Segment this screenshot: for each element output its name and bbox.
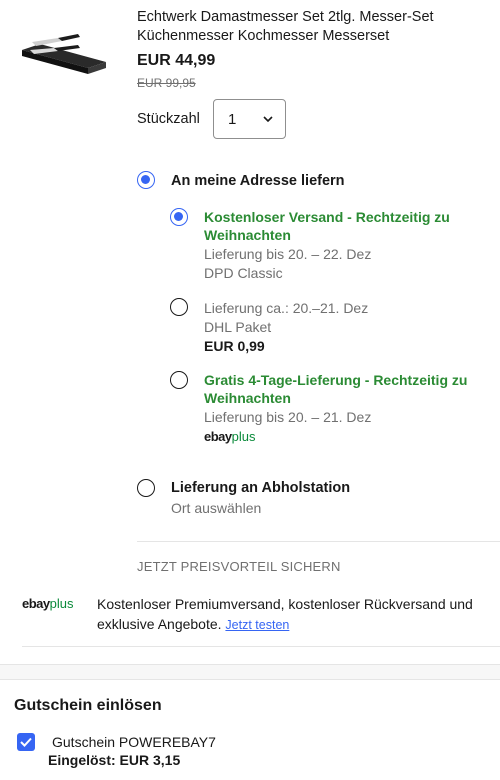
radio-shipping-free[interactable] (170, 208, 188, 226)
coupon-code: Gutschein POWEREBAY7 (52, 734, 216, 750)
quantity-value: 1 (228, 111, 237, 128)
radio-pickup-station[interactable] (137, 479, 155, 497)
shipping-option-price: EUR 0,99 (204, 338, 265, 354)
ebay-plus-badge: ebayplus (204, 429, 256, 444)
ebay-plus-logo-ebay: ebay (22, 596, 50, 611)
shipping-option-date: Lieferung ca.: 20.–21. Dez (204, 300, 369, 316)
coupon-title: Gutschein einlösen (14, 697, 162, 714)
product-summary: Echtwerk Damastmesser Set 2tlg. Messer-S… (0, 0, 500, 160)
ebay-plus-badge-plus: plus (231, 429, 256, 444)
address-delivery-label: An meine Adresse liefern (171, 173, 345, 189)
product-price: EUR 44,99 (137, 52, 216, 69)
ebay-plus-badge-ebay: ebay (204, 429, 232, 444)
ebay-plus-logo: ebayplus (22, 596, 74, 611)
knife-set-image (22, 34, 106, 74)
pickup-station-label: Lieferung an Abholstation (171, 480, 351, 496)
shipping-option-title: Kostenloser Versand - Rechtzeitig zu Wei… (204, 209, 450, 243)
shipping-option-date: Lieferung bis 20. – 21. Dez (204, 409, 372, 425)
pickup-station-select[interactable]: Ort auswählen (171, 499, 261, 517)
shipping-option-carrier: DPD Classic (204, 265, 283, 281)
coupon-checkbox[interactable] (17, 733, 35, 751)
radio-shipping-dhl[interactable] (170, 298, 188, 316)
chevron-down-icon (263, 116, 273, 123)
divider (22, 646, 500, 647)
divider (137, 541, 500, 542)
shipping-option-carrier: DHL Paket (204, 319, 272, 335)
try-now-link[interactable]: Jetzt testen (225, 618, 289, 632)
promo-heading: JETZT PREISVORTEIL SICHERN (137, 559, 341, 574)
section-separator (0, 664, 500, 680)
checkmark-icon (20, 737, 32, 747)
ebay-plus-logo-plus: plus (49, 596, 74, 611)
radio-address-delivery[interactable] (137, 171, 155, 189)
shipping-option-title: Gratis 4-Tage-Lieferung - Rechtzeitig zu… (204, 372, 468, 406)
product-old-price: EUR 99,95 (137, 76, 196, 90)
radio-shipping-ebayplus[interactable] (170, 371, 188, 389)
promo-text: Kostenloser Premiumversand, kostenloser … (97, 594, 492, 635)
quantity-label: Stückzahl (137, 111, 200, 127)
product-title[interactable]: Echtwerk Damastmesser Set 2tlg. Messer-S… (137, 8, 487, 46)
coupon-applied-amount: Eingelöst: EUR 3,15 (48, 752, 181, 768)
shipping-option-date: Lieferung bis 20. – 22. Dez (204, 246, 372, 262)
quantity-select[interactable]: 1 (213, 99, 286, 139)
